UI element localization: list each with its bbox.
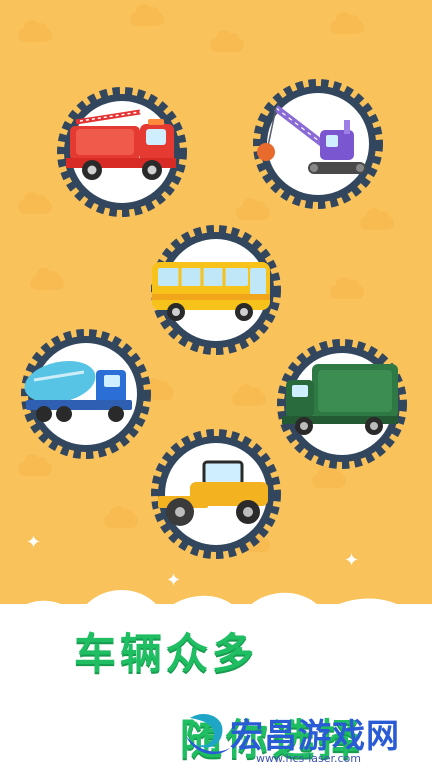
cloud-decor bbox=[18, 192, 52, 214]
bus-icon bbox=[151, 225, 281, 355]
swirl-logo-icon bbox=[186, 713, 230, 755]
caption-line-1: 车辆众多 bbox=[74, 629, 259, 678]
cloud-decor bbox=[330, 12, 364, 34]
vehicle-card-cement-mixer[interactable] bbox=[20, 328, 152, 460]
sparkle-icon: ✦ bbox=[26, 532, 42, 553]
garbage-truck-icon bbox=[277, 339, 407, 469]
cloud-decor bbox=[18, 454, 52, 476]
cloud-decor bbox=[360, 208, 394, 230]
cloud-decor bbox=[232, 384, 266, 406]
vehicle-card-fire-truck[interactable] bbox=[56, 86, 188, 218]
vehicle-card-crane[interactable] bbox=[252, 78, 384, 210]
watermark-title: 宏昌游戏网 bbox=[230, 716, 400, 755]
watermark: 宏昌游戏网 www.hcs-laser.com bbox=[184, 704, 424, 766]
cloud-decor bbox=[104, 506, 138, 528]
cloud-decor bbox=[30, 268, 64, 290]
vehicle-card-garbage-truck[interactable] bbox=[276, 338, 408, 470]
mixer-truck-icon bbox=[21, 329, 151, 459]
vehicle-card-school-bus[interactable] bbox=[150, 224, 282, 356]
watermark-url: www.hcs-laser.com bbox=[256, 752, 361, 765]
vehicle-card-road-roller[interactable] bbox=[150, 428, 282, 560]
cloud-decor bbox=[210, 30, 244, 52]
cloud-decor bbox=[130, 4, 164, 26]
fire-truck-icon bbox=[57, 87, 187, 217]
cloud-decor bbox=[330, 277, 364, 299]
road-roller-icon bbox=[151, 429, 281, 559]
crane-icon bbox=[253, 79, 383, 209]
cloud-decor bbox=[18, 20, 52, 42]
cloud-decor bbox=[312, 466, 346, 488]
